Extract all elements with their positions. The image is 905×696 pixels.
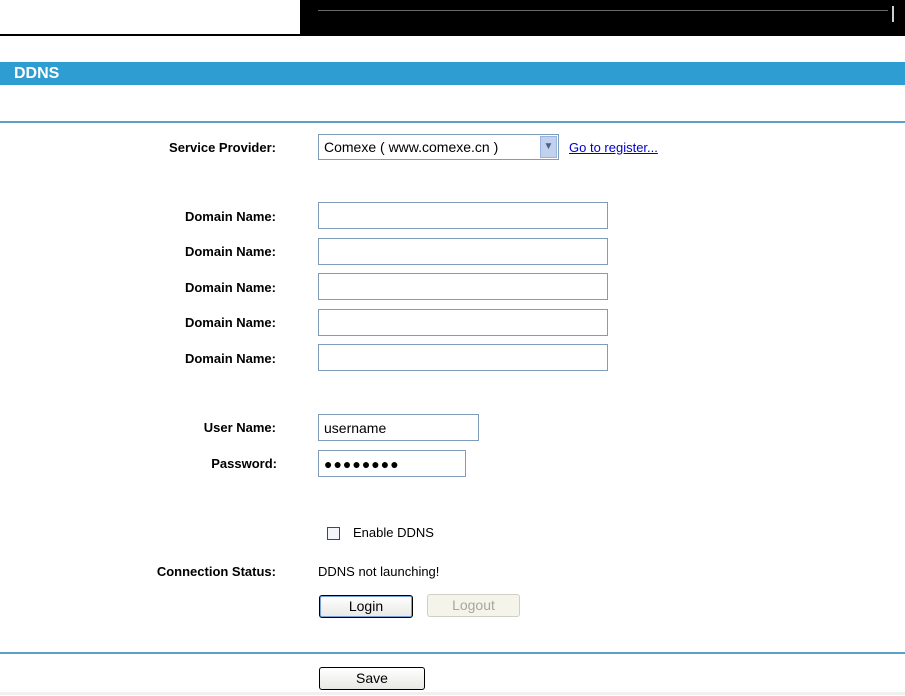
password-input[interactable] xyxy=(318,450,466,477)
save-button[interactable]: Save xyxy=(319,667,425,690)
bottom-divider xyxy=(0,652,905,654)
banner-underline xyxy=(0,34,905,36)
password-label: Password: xyxy=(211,456,277,471)
section-title: DDNS xyxy=(0,62,905,85)
banner-divider xyxy=(318,10,888,11)
enable-ddns-label: Enable DDNS xyxy=(353,525,434,540)
domain-name-label: Domain Name: xyxy=(184,315,276,330)
domain-name-input-5[interactable] xyxy=(318,344,608,371)
register-link[interactable]: Go to register... xyxy=(569,140,658,155)
domain-name-label: Domain Name: xyxy=(184,280,276,295)
domain-name-input-2[interactable] xyxy=(318,238,608,265)
banner-dark-area xyxy=(300,0,905,35)
domain-name-input-4[interactable] xyxy=(318,309,608,336)
banner-tick xyxy=(892,6,894,22)
username-label: User Name: xyxy=(203,420,276,435)
top-banner xyxy=(0,0,905,37)
username-input[interactable] xyxy=(318,414,479,441)
domain-name-label: Domain Name: xyxy=(184,209,276,224)
domain-name-label: Domain Name: xyxy=(184,244,276,259)
domain-name-label: Domain Name: xyxy=(184,351,276,366)
connection-status-label: Connection Status: xyxy=(156,564,276,579)
chevron-down-icon[interactable]: ▼ xyxy=(540,136,557,158)
connection-status-value: DDNS not launching! xyxy=(318,564,440,579)
service-provider-value: Comexe ( www.comexe.cn ) xyxy=(324,139,499,155)
domain-name-input-1[interactable] xyxy=(318,202,608,229)
logout-button[interactable]: Logout xyxy=(427,594,520,617)
service-provider-label: Service Provider: xyxy=(169,140,276,155)
domain-name-input-3[interactable] xyxy=(318,273,608,300)
service-provider-select[interactable]: Comexe ( www.comexe.cn ) ▼ xyxy=(318,134,559,160)
login-button[interactable]: Login xyxy=(319,595,413,618)
page-bottom-edge xyxy=(0,692,905,695)
top-divider xyxy=(0,121,905,123)
enable-ddns-checkbox[interactable] xyxy=(327,527,340,540)
